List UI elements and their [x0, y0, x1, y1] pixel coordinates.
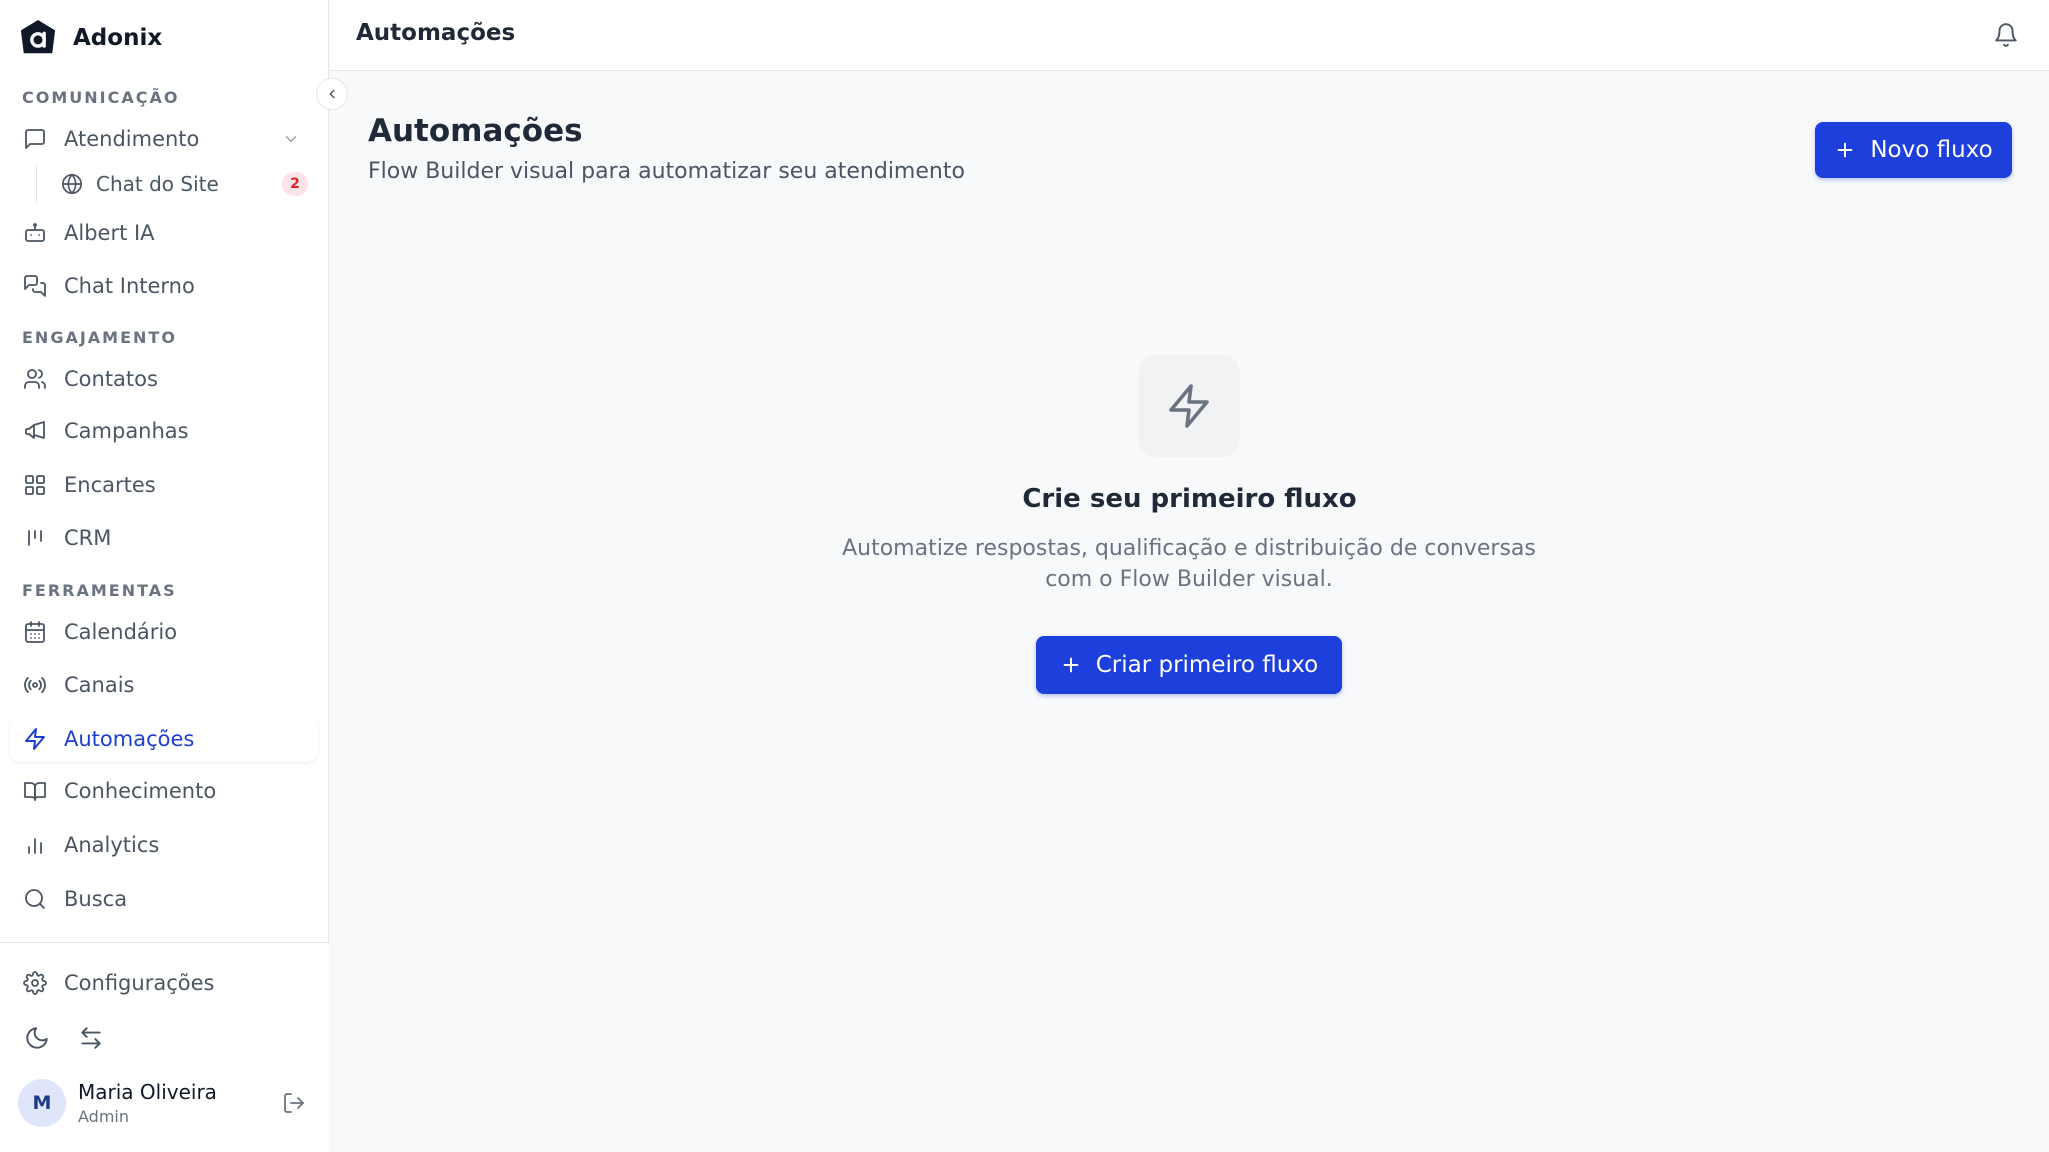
globe-icon [60, 172, 84, 196]
theme-controls [22, 1023, 106, 1053]
section-label-comunicacao: COMUNICAÇÃO [22, 88, 180, 107]
unread-badge: 2 [282, 172, 308, 196]
new-flow-button[interactable]: Novo fluxo [1815, 122, 2012, 178]
sidebar-subitem-chat-do-site[interactable]: Chat do Site 2 [36, 164, 316, 204]
zap-icon [22, 726, 48, 752]
sidebar-item-configuracoes[interactable]: Configurações [9, 960, 318, 1006]
adonix-logo-icon [20, 19, 56, 54]
empty-state-description: Automatize respostas, qualificação e dis… [842, 536, 1536, 592]
sidebar-item-label: Analytics [64, 833, 160, 857]
sidebar-item-label: Contatos [64, 367, 158, 391]
sidebar-item-label: Campanhas [64, 419, 189, 443]
topbar-title: Automações [356, 20, 516, 46]
megaphone-icon [22, 418, 48, 444]
sidebar-item-label: Chat Interno [64, 274, 195, 298]
plus-icon [1834, 139, 1856, 161]
bar-chart-icon [22, 832, 48, 858]
empty-state-title: Crie seu primeiro fluxo [1022, 484, 1357, 514]
brand-name: Adonix [73, 25, 163, 51]
create-first-flow-button[interactable]: Criar primeiro fluxo [1036, 636, 1342, 694]
book-open-icon [22, 778, 48, 804]
log-out-icon[interactable] [280, 1089, 308, 1117]
sidebar-item-contatos[interactable]: Contatos [9, 356, 318, 402]
calendar-icon [22, 619, 48, 645]
sidebar-item-busca[interactable]: Busca [9, 876, 318, 922]
chevron-down-icon[interactable] [282, 130, 300, 148]
chevron-left-icon [329, 89, 335, 99]
users-icon [22, 366, 48, 392]
settings-icon [22, 970, 48, 996]
sidebar-item-analytics[interactable]: Analytics [9, 822, 318, 868]
page-subtitle: Flow Builder visual para automatizar seu… [368, 159, 965, 184]
arrow-left-right-icon[interactable] [76, 1023, 106, 1053]
page-title: Automações [368, 113, 583, 149]
sidebar-item-automacoes[interactable]: Automações [9, 716, 318, 762]
avatar: M [18, 1079, 66, 1127]
create-first-flow-label: Criar primeiro fluxo [1095, 652, 1319, 678]
kanban-icon [22, 525, 48, 551]
bot-icon [22, 220, 48, 246]
sidebar-item-chat-interno[interactable]: Chat Interno [9, 263, 318, 309]
user-role: Admin [78, 1107, 129, 1126]
zap-icon [1169, 384, 1209, 428]
sidebar-item-label: Automações [64, 727, 195, 751]
sidebar: Adonix COMUNICAÇÃO Atendimento Chat do S… [0, 0, 348, 1152]
brand[interactable]: Adonix [19, 18, 162, 58]
sidebar-item-conhecimento[interactable]: Conhecimento [9, 768, 318, 814]
search-icon [22, 886, 48, 912]
sidebar-item-label: Chat do Site [96, 172, 219, 196]
user-info: Maria Oliveira Admin [78, 1080, 217, 1126]
sidebar-item-crm[interactable]: CRM [9, 515, 318, 561]
messages-icon [22, 273, 48, 299]
sidebar-item-campanhas[interactable]: Campanhas [9, 408, 318, 454]
sidebar-item-label: Calendário [64, 620, 178, 644]
sidebar-item-calendario[interactable]: Calendário [9, 609, 318, 655]
sidebar-item-label: Busca [64, 887, 128, 911]
sidebar-item-label: Albert IA [64, 221, 155, 245]
plus-icon [1060, 654, 1082, 676]
section-label-engajamento: ENGAJAMENTO [22, 328, 177, 347]
sidebar-item-label: Conhecimento [64, 779, 217, 803]
sidebar-item-label: Canais [64, 673, 135, 697]
sidebar-item-label: CRM [64, 526, 112, 550]
user-name: Maria Oliveira [78, 1080, 217, 1104]
message-square-icon [22, 126, 48, 152]
sidebar-item-canais[interactable]: Canais [9, 662, 318, 708]
topbar: Automações [330, 0, 2049, 71]
empty-state-zap-icon [1138, 355, 1240, 457]
bell-icon[interactable] [1991, 20, 2021, 50]
user-profile[interactable]: M Maria Oliveira Admin [18, 1077, 308, 1129]
new-flow-label: Novo fluxo [1870, 137, 1993, 163]
moon-icon[interactable] [22, 1023, 52, 1053]
sidebar-footer: Configurações M Maria Oliveira Admin [0, 942, 329, 1152]
section-label-ferramentas: FERRAMENTAS [22, 581, 177, 600]
sidebar-item-label: Configurações [64, 971, 215, 995]
radio-icon [22, 672, 48, 698]
sidebar-item-atendimento[interactable]: Atendimento [9, 116, 318, 162]
sidebar-item-albert-ia[interactable]: Albert IA [9, 210, 318, 256]
collapse-sidebar-button[interactable] [316, 78, 348, 110]
sidebar-item-label: Atendimento [64, 127, 200, 151]
